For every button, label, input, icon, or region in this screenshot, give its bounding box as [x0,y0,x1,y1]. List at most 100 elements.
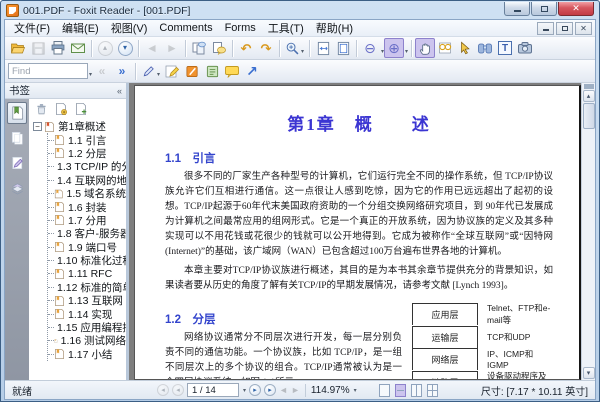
vertical-scrollbar[interactable]: ▴ ▾ [581,83,595,380]
find-next-button[interactable]: » [112,61,132,81]
camera-icon [518,42,533,54]
note-tool-button[interactable] [202,61,222,81]
close-button[interactable]: ✕ [558,2,594,16]
undo-button[interactable]: ↶ [236,38,256,58]
layer-box: 链路层 [412,371,478,379]
menu-file[interactable]: 文件(F) [8,19,56,37]
tab-comments[interactable] [7,152,27,174]
email-icon [71,43,85,53]
bookmark-item[interactable]: 1.15 应用编程接口 [48,321,126,334]
select-annotation-button[interactable] [455,38,475,58]
bookmark-item[interactable]: 1.13 互联网 [48,294,126,307]
select-text-icon: T [498,41,513,55]
bookmark-item[interactable]: 1.4 互联网的地址 [48,174,126,187]
add-child-bookmark-button[interactable] [74,102,88,116]
zoom-in-caret-icon[interactable]: ▾ [405,48,408,55]
document-area[interactable]: 第1章 概 述 1.1 引言 很多不同的厂家生产各种型号的计算机，它们运行完全不… [129,83,595,380]
link-tool-button[interactable]: ↗ [242,61,262,81]
bookmark-page-icon [55,215,64,226]
pencil-caret-icon[interactable]: ▾ [157,71,160,78]
print-button[interactable] [48,38,68,58]
scrollbar-thumb[interactable] [582,103,595,129]
minimize-button[interactable] [504,2,530,16]
bookmark-item[interactable]: 1.1 引言 [48,133,126,147]
bookmark-item[interactable]: 1.17 小结 [48,348,126,361]
area-highlight-button[interactable] [182,61,202,81]
continuous-facing-layout-button[interactable] [426,383,438,397]
pages-tab-icon [11,132,22,145]
menu-comments[interactable]: Comments [153,21,218,35]
last-page-button[interactable]: ▸ [264,384,277,396]
bookmark-item[interactable]: 1.3 TCP/IP 的分层 [48,160,126,173]
dropdown-caret-icon[interactable]: ▾ [301,48,304,55]
fit-width-button[interactable] [313,38,333,58]
bookmark-item[interactable]: 1.5 域名系统 [48,187,126,200]
hand-tool-button[interactable] [415,38,436,58]
bookmark-root-item[interactable]: − 第1章概述 [33,120,126,133]
menu-view[interactable]: 视图(V) [105,19,154,37]
continuous-layout-button[interactable] [394,383,406,397]
fit-width-icon [317,41,329,55]
bookmark-item[interactable]: 1.16 测试网络 [48,334,126,347]
mdi-minimize-button[interactable] [537,21,554,35]
pdf-page[interactable]: 第1章 概 述 1.1 引言 很多不同的厂家生产各种型号的计算机，它们运行完全不… [134,85,581,380]
bookmark-item[interactable]: 1.12 标准的简单服务 [48,281,126,294]
snapshot-button[interactable] [515,38,535,58]
bookmark-item[interactable]: 1.7 分用 [48,214,126,227]
zoom-caret-icon[interactable]: ▾ [354,387,357,394]
delete-bookmark-button[interactable] [35,102,48,116]
scroll-down-icon[interactable]: ▾ [582,367,595,379]
mdi-restore-button[interactable] [556,21,573,35]
bookmark-item[interactable]: 1.10 标准化过程 [48,254,126,267]
add-bookmark-button[interactable] [54,102,68,116]
split-view-handle[interactable] [583,84,594,89]
tab-bookmarks[interactable] [7,102,27,124]
mdi-close-button[interactable]: ✕ [575,21,592,35]
next-view-button[interactable]: ▾ [115,38,135,58]
menu-help[interactable]: 帮助(H) [310,19,359,37]
marker-icon [186,65,198,77]
sidebar-header: 书签 « [5,83,126,99]
pencil-tool-button[interactable]: ▾ [139,61,162,81]
layer-box: 网络层 [412,348,478,370]
email-button[interactable] [68,38,88,58]
single-page-layout-button[interactable] [378,383,390,397]
marquee-zoom-button[interactable]: ▾ [283,38,306,58]
fit-page-button[interactable] [333,38,353,58]
loupe-tool-button[interactable] [435,38,455,58]
select-text-button[interactable]: T [495,38,515,58]
tab-layers[interactable] [7,177,27,199]
bookmark-item[interactable]: 1.9 端口号 [48,241,126,254]
collapse-expander-icon[interactable]: − [33,122,42,132]
menu-tools[interactable]: 工具(T) [262,19,310,37]
find-binoculars-button[interactable] [475,38,495,58]
page-caret-icon[interactable]: ▾ [243,387,246,394]
bookmarks-tree: − 第1章概述 1.1 引言 1.2 分层 1.3 TCP/IP 的分层 1.4… [29,119,126,380]
zoom-in-button[interactable]: ⊕ [384,38,405,58]
page-number-box[interactable]: 1 / 14 [187,383,239,397]
bookmark-item[interactable]: 1.6 封装 [48,200,126,214]
sidebar-title: 书签 [9,85,30,97]
redo-button[interactable]: ↷ [256,38,276,58]
tab-pages[interactable] [7,127,27,149]
open-button[interactable] [8,38,28,58]
find-input[interactable] [8,63,88,79]
bookmark-item[interactable]: 1.11 RFC [48,267,126,280]
comment-tool-button[interactable] [222,61,242,81]
bookmark-item[interactable]: 1.2 分层 [48,147,126,160]
maximize-button[interactable] [531,2,557,16]
collapse-panel-icon[interactable]: « [117,86,122,96]
next-page-button[interactable]: ▸ [249,384,262,396]
zoom-out-button[interactable]: ⊖ [360,38,380,58]
bookmark-item[interactable]: 1.14 实现 [48,307,126,321]
bookmark-page-icon [55,202,64,212]
highlight-tool-button[interactable] [162,61,182,81]
bookmark-item[interactable]: 1.8 客户-服务器模型 [48,227,126,240]
summarize-comments-button[interactable] [209,38,229,58]
menu-edit[interactable]: 编辑(E) [56,19,105,37]
menu-forms[interactable]: Forms [219,21,262,35]
show-comments-button[interactable] [189,38,209,58]
zoom-level[interactable]: 114.97% [311,385,350,396]
facing-layout-button[interactable] [410,383,422,397]
scroll-up-icon[interactable]: ▴ [582,90,595,102]
